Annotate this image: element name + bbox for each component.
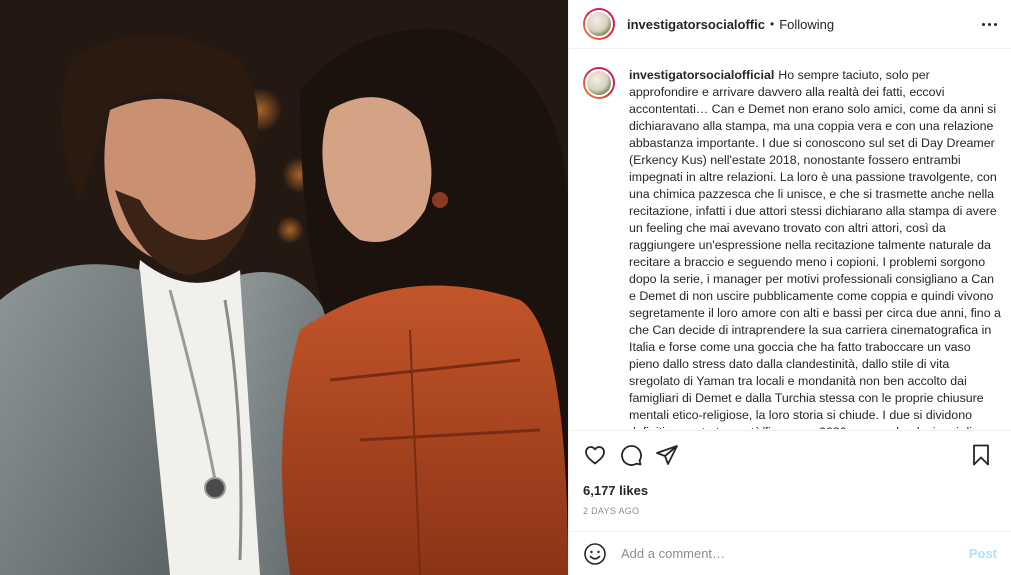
caption-username[interactable]: investigatorsocialofficial [629, 68, 774, 82]
heart-icon[interactable] [583, 443, 607, 467]
post-timestamp[interactable]: 2 DAYS AGO [569, 498, 1011, 516]
paper-plane-icon[interactable] [655, 443, 679, 467]
bookmark-icon[interactable] [969, 443, 993, 467]
comment-input[interactable] [619, 545, 969, 562]
following-button[interactable]: Following [779, 17, 834, 32]
post-photo[interactable] [0, 0, 568, 575]
action-bar [569, 431, 1011, 469]
more-options-icon[interactable] [982, 22, 997, 26]
caption-section: investigatorsocialofficial Ho sempre taci… [569, 49, 1011, 429]
post-actions-section: 6,177 likes 2 DAYS AGO [569, 430, 1011, 530]
post-header: investigatorsocialoffic • Following [569, 0, 1011, 49]
couple-photo-illustration [0, 0, 568, 575]
author-avatar[interactable] [583, 8, 615, 40]
instagram-post: investigatorsocialoffic • Following inve… [0, 0, 1011, 575]
comment-form: Post [569, 531, 1011, 575]
caption-author-avatar[interactable] [583, 67, 615, 99]
header-separator: • [769, 17, 775, 31]
smiley-icon[interactable] [583, 542, 607, 566]
comment-bubble-icon[interactable] [619, 443, 643, 467]
caption-body: Ho sempre taciuto, solo per approfondire… [629, 68, 1001, 429]
author-username[interactable]: investigatorsocialoffic [627, 17, 765, 32]
post-sidebar: investigatorsocialoffic • Following inve… [568, 0, 1011, 575]
post-comment-button[interactable]: Post [969, 546, 997, 561]
likes-count[interactable]: 6,177 likes [569, 469, 1011, 498]
caption-text-block: investigatorsocialofficial Ho sempre taci… [629, 67, 1001, 429]
